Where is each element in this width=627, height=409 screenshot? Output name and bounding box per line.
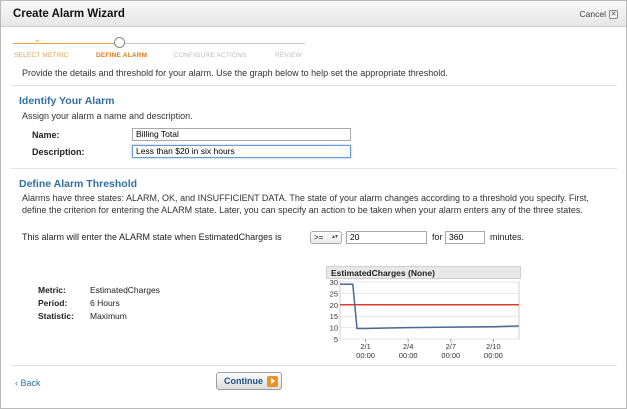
close-icon: ✕ — [609, 9, 618, 19]
back-chevron-icon: ‹ — [15, 378, 18, 388]
step-configure-actions: CONFIGURE ACTIONS — [174, 52, 247, 59]
minutes-label: minutes. — [490, 232, 525, 242]
name-label: Name: — [32, 130, 60, 140]
period-label: Period: — [38, 298, 68, 308]
chart-y-tick-label: 15 — [330, 312, 338, 321]
chart-plot: 510152025302/100:002/400:002/700:002/100… — [330, 278, 520, 360]
description-label: Description: — [32, 147, 85, 157]
chart-plot-area — [339, 281, 520, 340]
operator-select[interactable]: >= ▴▾ — [310, 231, 342, 244]
divider — [11, 85, 617, 86]
metric-label: Metric: — [38, 285, 66, 295]
back-button[interactable]: ‹ Back — [15, 378, 41, 388]
cancel-button[interactable]: Cancel ✕ — [580, 9, 618, 19]
statistic-value: Maximum — [90, 311, 127, 321]
wizard-steps: ⌄ SELECT METRIC DEFINE ALARM CONFIGURE A… — [1, 33, 321, 63]
step-progress-line — [13, 43, 115, 44]
dialog-title: Create Alarm Wizard — [13, 8, 125, 20]
chart-x-tick-label: 2/10 — [486, 342, 501, 351]
arrow-right-icon — [267, 376, 278, 387]
cancel-label: Cancel — [579, 9, 606, 19]
identify-section-title: Identify Your Alarm — [19, 95, 115, 107]
create-alarm-dialog: Create Alarm Wizard Cancel ✕ ⌄ SELECT ME… — [0, 0, 627, 409]
divider — [11, 365, 617, 366]
for-label: for — [432, 232, 443, 242]
operator-value: >= — [314, 233, 324, 242]
continue-label: Continue — [224, 376, 263, 386]
metric-value: EstimatedCharges — [90, 285, 160, 295]
dialog-titlebar: Create Alarm Wizard Cancel ✕ — [1, 1, 626, 27]
statistic-label: Statistic: — [38, 311, 74, 321]
step-review: REVIEW — [275, 52, 302, 59]
chart-x-tick-label: 00:00 — [441, 351, 460, 360]
chart-x-tick-label: 2/7 — [446, 342, 456, 351]
identify-section-desc: Assign your alarm a name and description… — [22, 111, 193, 121]
chart-y-tick-label: 25 — [330, 289, 338, 298]
step-define-alarm: DEFINE ALARM — [96, 52, 148, 59]
chart-x-tick-label: 00:00 — [484, 351, 503, 360]
back-label: Back — [20, 378, 41, 388]
threshold-sentence: This alarm will enter the ALARM state wh… — [22, 232, 282, 242]
divider — [11, 168, 617, 169]
chart-x-tick-label: 2/1 — [360, 342, 370, 351]
chart-y-tick-label: 30 — [330, 278, 338, 287]
description-field[interactable]: Less than $20 in six hours — [132, 145, 351, 158]
current-step-circle-icon — [114, 37, 125, 48]
threshold-section-desc: Alarms have three states: ALARM, OK, and… — [22, 193, 589, 215]
step-remaining-line — [125, 43, 305, 44]
check-icon: ⌄ — [33, 34, 42, 45]
period-value: 6 Hours — [90, 298, 120, 308]
chart-y-tick-label: 20 — [330, 301, 338, 310]
intro-text: Provide the details and threshold for yo… — [22, 68, 448, 78]
threshold-section-title: Define Alarm Threshold — [19, 178, 138, 190]
chart-x-tick-label: 00:00 — [399, 351, 418, 360]
step-select-metric: SELECT METRIC — [14, 52, 69, 59]
chart-y-tick-label: 10 — [330, 324, 338, 333]
threshold-value-field[interactable]: 20 — [346, 231, 427, 244]
metric-chart: EstimatedCharges (None) 5 10 15 20 25 30 2/1 00… — [326, 266, 521, 361]
chart-x-tick-label: 2/4 — [403, 342, 413, 351]
name-field[interactable]: Billing Total — [132, 128, 351, 141]
updown-arrow-icon: ▴▾ — [331, 234, 338, 240]
chart-y-tick-label: 5 — [334, 335, 338, 344]
period-minutes-field[interactable]: 360 — [445, 231, 485, 244]
continue-button[interactable]: Continue — [216, 372, 282, 390]
chart-x-tick-label: 00:00 — [356, 351, 375, 360]
